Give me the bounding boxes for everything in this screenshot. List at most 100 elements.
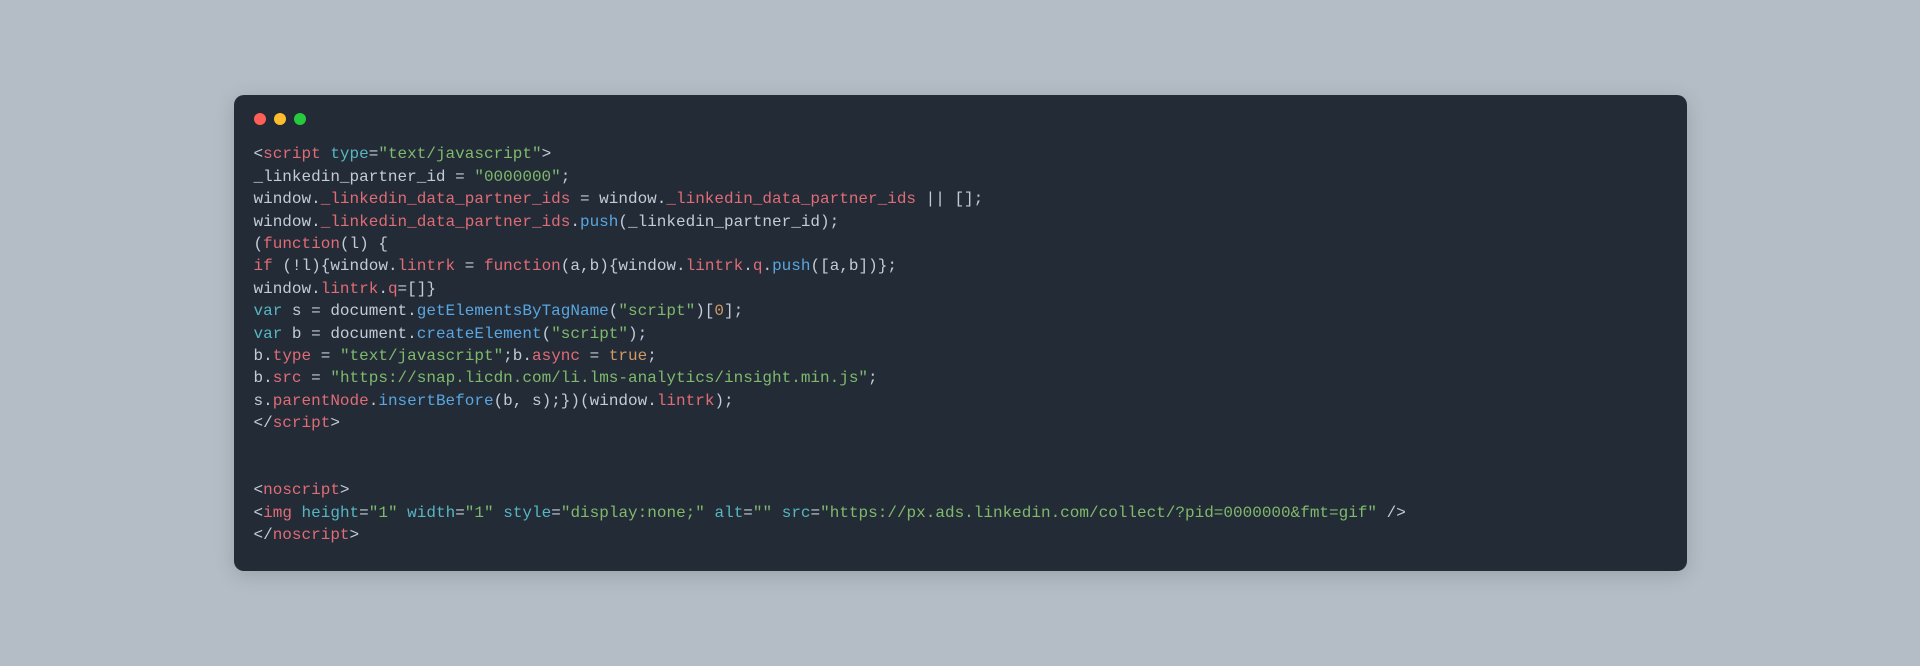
code-token: ){	[599, 257, 618, 275]
terminal-window: <script type="text/javascript"> _linkedi…	[234, 95, 1687, 570]
code-token: document	[330, 302, 407, 320]
code-token: ;	[647, 347, 657, 365]
code-token: .	[647, 392, 657, 410]
code-token: (	[340, 235, 350, 253]
code-token: b	[254, 347, 264, 365]
window-maximize-button[interactable]	[294, 113, 306, 125]
code-token: .	[388, 257, 398, 275]
code-token: >	[350, 526, 360, 544]
code-token: .	[378, 280, 388, 298]
code-token: (	[494, 392, 504, 410]
code-token: window	[618, 257, 676, 275]
code-token: _linkedin_data_partner_ids	[321, 190, 571, 208]
code-token: />	[1377, 504, 1406, 522]
code-token: .	[263, 369, 273, 387]
code-token: window	[254, 190, 312, 208]
code-token: ;	[868, 369, 878, 387]
code-token: document	[330, 325, 407, 343]
code-token: l	[302, 257, 312, 275]
code-token: ;	[561, 168, 571, 186]
code-token: =	[455, 257, 484, 275]
code-token: window	[590, 392, 648, 410]
window-minimize-button[interactable]	[274, 113, 286, 125]
code-token: img	[263, 504, 292, 522]
code-token: getElementsByTagName	[417, 302, 609, 320]
code-token: );	[628, 325, 647, 343]
code-token: _linkedin_partner_id	[254, 168, 456, 186]
code-token: ])};	[859, 257, 897, 275]
code-token: s	[254, 392, 264, 410]
code-token: "script"	[551, 325, 628, 343]
code-token: =	[811, 504, 821, 522]
code-token: ,	[580, 257, 590, 275]
code-token: function	[263, 235, 340, 253]
code-token: window	[254, 213, 312, 231]
code-token: );})(	[542, 392, 590, 410]
code-token: =	[580, 347, 609, 365]
code-token	[292, 504, 302, 522]
code-token: lintrk	[321, 280, 379, 298]
code-token: lintrk	[686, 257, 744, 275]
code-token: _linkedin_partner_id	[628, 213, 820, 231]
code-token: b	[254, 369, 264, 387]
code-token: .	[311, 213, 321, 231]
code-token: )[	[695, 302, 714, 320]
code-token: .	[311, 280, 321, 298]
code-token: lintrk	[657, 392, 715, 410]
code-token: =	[311, 347, 340, 365]
code-token: if	[254, 257, 283, 275]
code-token	[494, 504, 504, 522]
code-token: (	[609, 302, 619, 320]
code-token: _linkedin_data_partner_ids	[666, 190, 916, 208]
code-token: </	[254, 414, 273, 432]
code-token: var	[254, 325, 283, 343]
code-block: <script type="text/javascript"> _linkedi…	[254, 143, 1667, 546]
code-token: ) {	[359, 235, 388, 253]
code-token: noscript	[263, 481, 340, 499]
code-token: _linkedin_data_partner_ids	[321, 213, 571, 231]
code-token: =	[359, 504, 369, 522]
code-token: "0000000"	[474, 168, 560, 186]
code-token: function	[484, 257, 561, 275]
code-token: "display:none;"	[561, 504, 705, 522]
code-token: =	[743, 504, 753, 522]
code-token: "https://px.ads.linkedin.com/collect/?pi…	[820, 504, 1377, 522]
code-token: a	[830, 257, 840, 275]
code-token: ([	[810, 257, 829, 275]
code-token: script	[273, 414, 331, 432]
code-token: lintrk	[398, 257, 456, 275]
code-token: .	[407, 302, 417, 320]
code-token: =	[570, 190, 599, 208]
code-token: window	[330, 257, 388, 275]
code-token: (	[618, 213, 628, 231]
code-token: .	[743, 257, 753, 275]
code-token: b	[849, 257, 859, 275]
code-token: (	[542, 325, 552, 343]
window-close-button[interactable]	[254, 113, 266, 125]
code-token: type	[330, 145, 368, 163]
code-token: type	[273, 347, 311, 365]
code-token: s	[532, 392, 542, 410]
code-token: var	[254, 302, 283, 320]
code-token: <	[254, 481, 264, 499]
code-token: .	[263, 347, 273, 365]
code-token: 0	[714, 302, 724, 320]
code-token: .	[657, 190, 667, 208]
code-token: ];	[724, 302, 743, 320]
code-token: || [];	[916, 190, 983, 208]
code-token: b =	[282, 325, 330, 343]
code-token: q	[388, 280, 398, 298]
code-token: b	[503, 392, 513, 410]
code-token: "https://snap.licdn.com/li.lms-analytics…	[330, 369, 868, 387]
code-token: =	[455, 504, 465, 522]
code-token: );	[820, 213, 839, 231]
code-token: .	[522, 347, 532, 365]
code-token: .	[311, 190, 321, 208]
code-token: >	[340, 481, 350, 499]
code-token: true	[609, 347, 647, 365]
code-token: .	[570, 213, 580, 231]
code-token: push	[772, 257, 810, 275]
code-token: (	[254, 235, 264, 253]
code-token: (!	[282, 257, 301, 275]
code-token: ){	[311, 257, 330, 275]
